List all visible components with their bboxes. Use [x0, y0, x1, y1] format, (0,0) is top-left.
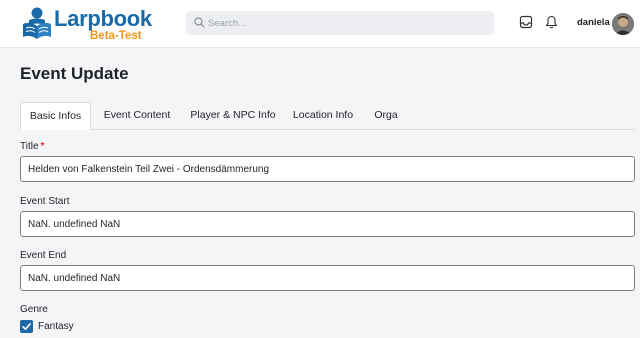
- tab-event-content[interactable]: Event Content: [91, 102, 183, 128]
- search-bar[interactable]: [186, 11, 494, 35]
- title-label-text: Title: [20, 141, 39, 152]
- inbox-icon[interactable]: [519, 15, 533, 29]
- search-input[interactable]: [208, 11, 488, 35]
- logo-subtitle: Beta-Test: [90, 30, 142, 42]
- username[interactable]: daniela: [577, 17, 610, 28]
- event-start-input[interactable]: [20, 211, 635, 237]
- top-bar: Larpbook Beta-Test daniela: [0, 0, 640, 48]
- logo-text: Larpbook: [54, 6, 152, 31]
- event-start-label: Event Start: [20, 196, 70, 207]
- logo-book-icon: [23, 7, 51, 39]
- genre-fantasy-label[interactable]: Fantasy: [38, 321, 74, 332]
- tab-player-npc-info[interactable]: Player & NPC Info: [183, 102, 283, 128]
- genre-fantasy-checkbox[interactable]: [20, 320, 33, 333]
- event-end-label: Event End: [20, 250, 67, 261]
- search-icon: [194, 17, 205, 28]
- title-label: Title *: [20, 141, 44, 152]
- title-input[interactable]: [20, 156, 635, 182]
- required-mark: *: [40, 141, 45, 152]
- avatar-image: [612, 13, 634, 35]
- page-title: Event Update: [20, 64, 129, 83]
- tab-location-info[interactable]: Location Info: [283, 102, 363, 128]
- checkmark-icon: [22, 323, 31, 330]
- genre-label: Genre: [20, 304, 48, 315]
- event-end-input[interactable]: [20, 265, 635, 291]
- avatar[interactable]: [612, 13, 634, 35]
- tab-orga[interactable]: Orga: [363, 102, 409, 128]
- tab-basic-infos[interactable]: Basic Infos: [20, 102, 91, 130]
- tab-bar: Basic Infos Event Content Player & NPC I…: [20, 102, 635, 130]
- bell-icon[interactable]: [545, 15, 558, 29]
- logo[interactable]: Larpbook Beta-Test: [20, 6, 152, 42]
